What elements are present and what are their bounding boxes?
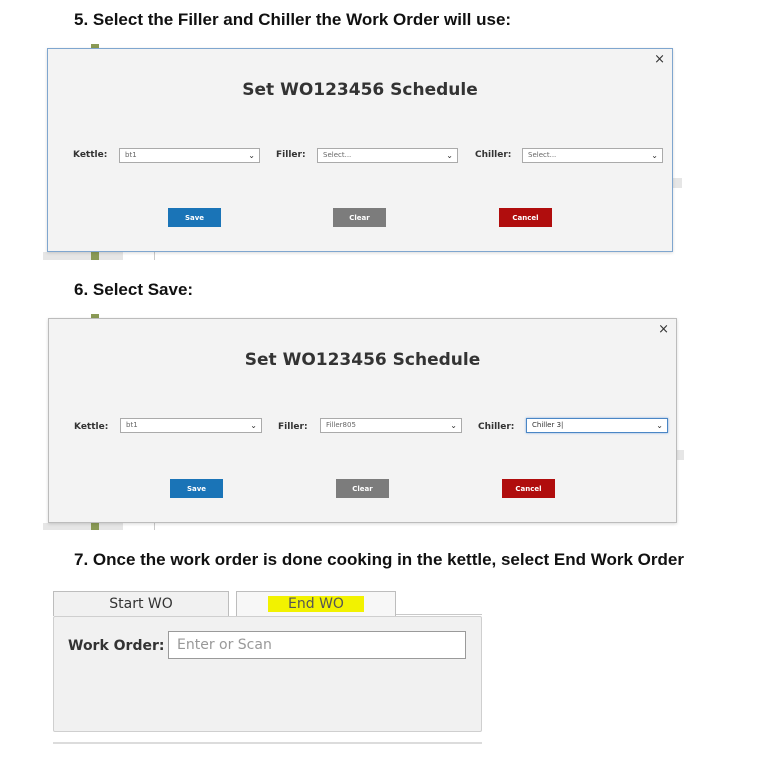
background-fragment	[91, 523, 99, 530]
chevron-down-icon: ⌄	[656, 421, 663, 430]
cancel-button[interactable]: Cancel	[499, 208, 552, 227]
filler-select-value: Filler805	[326, 421, 356, 429]
panel-divider	[53, 742, 482, 744]
background-fragment	[154, 252, 155, 260]
save-button[interactable]: Save	[170, 479, 223, 498]
kettle-label: Kettle:	[73, 150, 108, 160]
chiller-label: Chiller:	[475, 150, 512, 160]
chevron-down-icon: ⌄	[450, 421, 457, 430]
tab-end-wo-label: End WO	[268, 596, 364, 612]
work-order-input[interactable]	[168, 631, 466, 659]
work-order-label: Work Order:	[68, 638, 165, 654]
tab-baseline	[396, 614, 482, 615]
kettle-label: Kettle:	[74, 422, 109, 432]
background-fragment	[672, 178, 682, 188]
filler-select-value: Select...	[323, 151, 352, 159]
tab-end-wo[interactable]: End WO	[236, 591, 396, 616]
tab-start-wo-label: Start WO	[109, 596, 173, 612]
chiller-select-value: Chiller 3	[532, 421, 562, 429]
cancel-button[interactable]: Cancel	[502, 479, 555, 498]
background-fragment	[154, 523, 155, 530]
clear-button[interactable]: Clear	[333, 208, 386, 227]
step-7-heading: 7. Once the work order is done cooking i…	[74, 550, 684, 569]
close-icon[interactable]: ×	[654, 52, 665, 67]
close-icon[interactable]: ×	[658, 322, 669, 337]
filler-select[interactable]: Select... ⌄	[317, 148, 458, 163]
chiller-select-value: Select...	[528, 151, 557, 159]
kettle-select[interactable]: bt1 ⌄	[119, 148, 260, 163]
chiller-select[interactable]: Chiller 3| ⌄	[526, 418, 668, 433]
chiller-label: Chiller:	[478, 422, 515, 432]
background-fragment	[91, 252, 99, 260]
filler-select[interactable]: Filler805 ⌄	[320, 418, 462, 433]
chevron-down-icon: ⌄	[250, 421, 257, 430]
chevron-down-icon: ⌄	[248, 151, 255, 160]
dialog-title: Set WO123456 Schedule	[244, 350, 481, 370]
dialog-title: Set WO123456 Schedule	[242, 80, 478, 100]
clear-button[interactable]: Clear	[336, 479, 389, 498]
text-cursor: |	[561, 421, 564, 429]
kettle-select-value: bt1	[126, 421, 138, 429]
schedule-dialog-step5: × Set WO123456 Schedule Kettle: bt1 ⌄ Fi…	[47, 48, 673, 252]
chevron-down-icon: ⌄	[651, 151, 658, 160]
schedule-dialog-step6: × Set WO123456 Schedule Kettle: bt1 ⌄ Fi…	[48, 318, 677, 523]
save-button[interactable]: Save	[168, 208, 221, 227]
background-fragment	[43, 252, 123, 260]
chevron-down-icon: ⌄	[446, 151, 453, 160]
step-6-heading: 6. Select Save:	[74, 280, 194, 299]
filler-label: Filler:	[278, 422, 308, 432]
kettle-select[interactable]: bt1 ⌄	[120, 418, 262, 433]
filler-label: Filler:	[276, 150, 306, 160]
tab-start-wo[interactable]: Start WO	[53, 591, 229, 616]
background-fragment	[676, 450, 684, 460]
kettle-select-value: bt1	[125, 151, 137, 159]
background-fragment	[43, 523, 123, 530]
step-5-heading: 5. Select the Filler and Chiller the Wor…	[74, 10, 512, 29]
chiller-select[interactable]: Select... ⌄	[522, 148, 663, 163]
